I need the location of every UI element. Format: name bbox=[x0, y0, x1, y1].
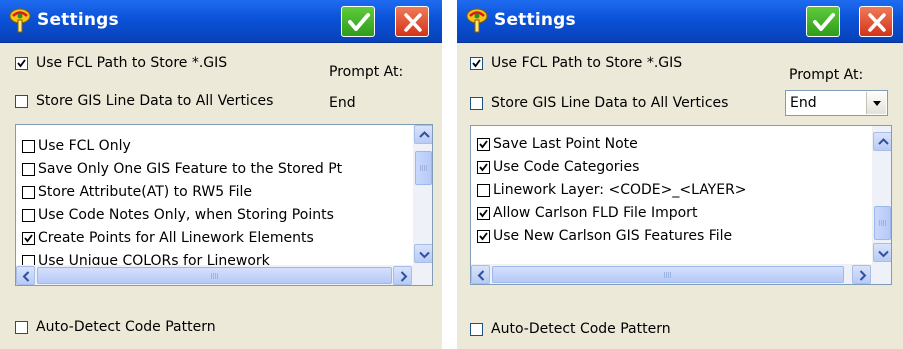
checkbox-unchecked[interactable] bbox=[22, 139, 35, 153]
close-button[interactable] bbox=[395, 6, 429, 37]
settings-dialog-right: Settings Use FCL Path to Store *.GIS Pro… bbox=[457, 0, 903, 349]
horizontal-scrollbar[interactable] bbox=[471, 264, 891, 284]
auto-detect-checkbox[interactable]: Auto-Detect Code Pattern bbox=[470, 321, 671, 337]
list-item[interactable]: Save Only One GIS Feature to the Stored … bbox=[22, 161, 342, 177]
checkbox-unchecked[interactable] bbox=[470, 96, 483, 110]
use-fcl-path-checkbox[interactable]: Use FCL Path to Store *.GIS bbox=[470, 55, 682, 71]
horizontal-scroll-thumb[interactable] bbox=[492, 266, 844, 283]
list-item[interactable]: Save Last Point Note bbox=[477, 136, 638, 152]
list-item[interactable]: Create Points for All Linework Elements bbox=[22, 230, 314, 246]
checkbox-checked[interactable] bbox=[477, 206, 490, 220]
scroll-left-button[interactable] bbox=[471, 265, 490, 284]
list-item[interactable]: Use Code Notes Only, when Storing Points bbox=[22, 207, 334, 223]
checkbox-unchecked[interactable] bbox=[22, 208, 35, 222]
auto-detect-label: Auto-Detect Code Pattern bbox=[491, 321, 671, 337]
auto-detect-checkbox[interactable]: Auto-Detect Code Pattern bbox=[15, 319, 216, 335]
checkbox-checked[interactable] bbox=[477, 160, 490, 174]
checkbox-checked[interactable] bbox=[470, 56, 483, 70]
vertical-scrollbar[interactable] bbox=[413, 125, 432, 265]
checkbox-checked[interactable] bbox=[15, 56, 28, 70]
store-gis-line-checkbox[interactable]: Store GIS Line Data to All Vertices bbox=[470, 95, 728, 111]
use-fcl-path-label: Use FCL Path to Store *.GIS bbox=[491, 55, 683, 71]
settings-app-icon bbox=[7, 7, 33, 35]
prompt-at-select[interactable]: End bbox=[785, 90, 888, 116]
options-listbox[interactable]: Use FCL Only Save Only One GIS Feature t… bbox=[15, 124, 433, 286]
checkbox-checked[interactable] bbox=[477, 229, 490, 243]
prompt-at-value: End bbox=[790, 95, 817, 111]
checkbox-unchecked[interactable] bbox=[22, 162, 35, 176]
list-item[interactable]: Store Attribute(AT) to RW5 File bbox=[22, 184, 252, 200]
horizontal-scroll-thumb[interactable] bbox=[37, 267, 392, 284]
scroll-right-button[interactable] bbox=[852, 265, 871, 284]
vertical-scroll-thumb[interactable] bbox=[874, 206, 891, 240]
dialog-title: Settings bbox=[494, 10, 576, 30]
checkbox-unchecked[interactable] bbox=[15, 320, 28, 334]
scroll-down-button[interactable] bbox=[873, 243, 891, 262]
prompt-at-label: Prompt At: bbox=[329, 64, 404, 80]
options-listbox[interactable]: Save Last Point Note Use Code Categories… bbox=[470, 125, 892, 285]
dialog-title: Settings bbox=[37, 10, 119, 30]
ok-button[interactable] bbox=[341, 6, 375, 37]
chevron-down-icon[interactable] bbox=[866, 92, 886, 114]
close-button[interactable] bbox=[859, 6, 893, 37]
horizontal-scrollbar[interactable] bbox=[16, 265, 432, 285]
list-item[interactable]: Use FCL Only bbox=[22, 138, 131, 154]
prompt-at-label: Prompt At: bbox=[789, 67, 864, 83]
title-bar: Settings bbox=[457, 0, 903, 43]
vertical-scroll-thumb[interactable] bbox=[415, 151, 432, 185]
checkbox-unchecked[interactable] bbox=[22, 185, 35, 199]
ok-button[interactable] bbox=[806, 6, 840, 37]
scroll-right-button[interactable] bbox=[393, 266, 412, 285]
store-gis-line-checkbox[interactable]: Store GIS Line Data to All Vertices bbox=[15, 93, 273, 109]
list-item[interactable]: Use New Carlson GIS Features File bbox=[477, 228, 732, 244]
list-item[interactable]: Allow Carlson FLD File Import bbox=[477, 205, 697, 221]
settings-app-icon bbox=[464, 7, 490, 35]
checkbox-unchecked[interactable] bbox=[15, 94, 28, 108]
prompt-at-value: End bbox=[329, 95, 356, 111]
use-fcl-path-checkbox[interactable]: Use FCL Path to Store *.GIS bbox=[15, 55, 227, 71]
settings-dialog-left: Settings Use FCL Path to Store *.GIS Pro… bbox=[0, 0, 442, 349]
auto-detect-label: Auto-Detect Code Pattern bbox=[36, 319, 216, 335]
scroll-up-button[interactable] bbox=[873, 132, 891, 151]
store-gis-line-label: Store GIS Line Data to All Vertices bbox=[36, 93, 274, 109]
checkbox-unchecked[interactable] bbox=[477, 183, 490, 197]
title-bar: Settings bbox=[0, 0, 442, 43]
scroll-left-button[interactable] bbox=[16, 266, 35, 285]
scroll-down-button[interactable] bbox=[414, 244, 432, 263]
use-fcl-path-label: Use FCL Path to Store *.GIS bbox=[36, 55, 228, 71]
checkbox-checked[interactable] bbox=[477, 137, 490, 151]
store-gis-line-label: Store GIS Line Data to All Vertices bbox=[491, 95, 729, 111]
scroll-up-button[interactable] bbox=[414, 125, 432, 144]
vertical-scrollbar[interactable] bbox=[872, 126, 891, 264]
list-item[interactable]: Use Code Categories bbox=[477, 159, 639, 175]
list-item[interactable]: Linework Layer: <CODE>_<LAYER> bbox=[477, 182, 747, 198]
checkbox-checked[interactable] bbox=[22, 231, 35, 245]
checkbox-unchecked[interactable] bbox=[470, 322, 483, 336]
